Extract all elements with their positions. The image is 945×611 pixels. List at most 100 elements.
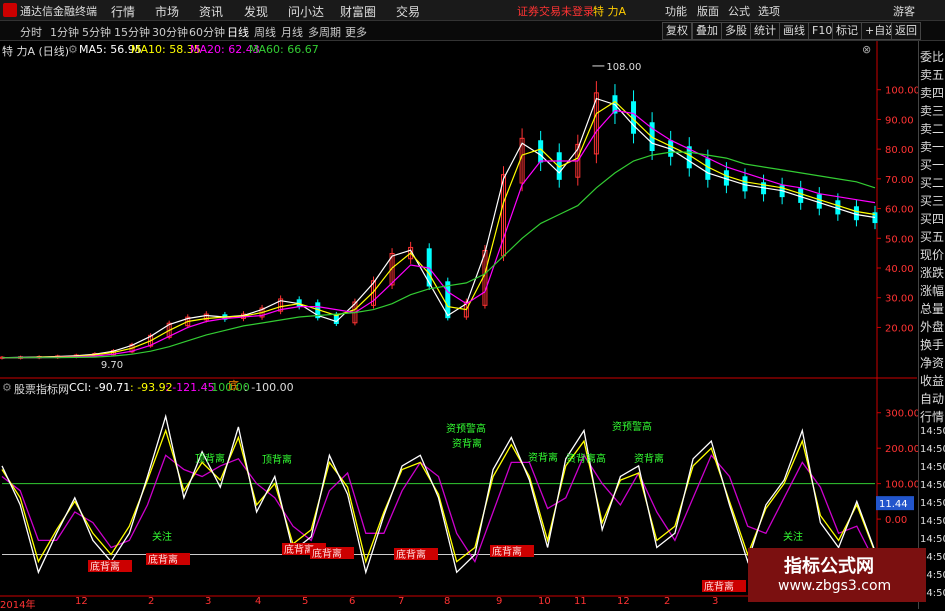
divergence-label-top: 顶背离 (195, 452, 225, 465)
sidebar-item: 14:50 (920, 498, 945, 509)
period-daily[interactable]: 日线 (227, 24, 249, 40)
menu-zixun[interactable]: 资讯 (199, 3, 223, 20)
high-price-label: 108.00 (606, 62, 641, 73)
menu-faxian[interactable]: 发现 (244, 3, 268, 20)
sidebar-item: 净资 (920, 356, 945, 370)
cci-line-cci3 (1, 453, 876, 564)
candle-body (816, 194, 822, 209)
ma-line-ma10 (2, 100, 876, 359)
sidebar-item: 总量 (920, 302, 945, 316)
period-15min[interactable]: 15分钟 (114, 24, 150, 40)
period-more[interactable]: 更多 (345, 24, 367, 40)
date-axis-label: 4 (255, 596, 262, 607)
sidebar-item: 买二 (920, 176, 945, 190)
settings-icon[interactable]: ⚙ (68, 43, 78, 56)
ma-info-bar: 特 力A (日线) ⚙ MA5: 56.95 MA10: 58.35 MA20:… (0, 41, 915, 58)
period-5min[interactable]: 5分钟 (82, 24, 111, 40)
sidebar-item[interactable]: 自动 (920, 390, 945, 407)
sidebar-item: 14:50 (920, 462, 945, 473)
period-30min[interactable]: 30分钟 (152, 24, 188, 40)
menu-gongshi[interactable]: 公式 (728, 3, 750, 19)
period-monthly[interactable]: 月线 (281, 24, 303, 40)
sidebar-item: 外盘 (920, 320, 945, 334)
divergence-label-bottom: 底背离 (312, 547, 342, 560)
sidebar-item: 14:50 (920, 444, 945, 455)
cci-current-value: 11.44 (879, 499, 908, 510)
ma60-value: MA60: 66.67 (249, 43, 319, 56)
date-axis-label: 3 (205, 596, 212, 607)
divergence-label-bottom: 底背离 (492, 545, 522, 558)
tool-diejia[interactable]: 叠加 (692, 22, 722, 40)
menu-gongneng[interactable]: 功能 (665, 3, 687, 19)
price-tick-label: 90.00 (885, 115, 914, 126)
menu-wenxiaoda[interactable]: 问小达 (288, 3, 324, 20)
period-multi[interactable]: 多周期 (308, 24, 341, 40)
price-tick-label: 60.00 (885, 205, 914, 216)
upper-line-value: : 100.00 (204, 381, 250, 394)
sidebar-item: 卖五 (920, 68, 945, 82)
period-weekly[interactable]: 周线 (254, 24, 276, 40)
divergence-label-bottom: 底背离 (148, 553, 178, 566)
date-axis-label: 7 (398, 596, 405, 607)
menu-caifuquan[interactable]: 财富圈 (340, 3, 376, 20)
period-fenshi[interactable]: 分时 (20, 24, 42, 40)
date-axis-label: 12 (617, 596, 630, 607)
settings-icon[interactable]: ⚙ (2, 381, 12, 394)
candle-body (333, 314, 339, 324)
sidebar-item: 涨幅 (920, 284, 945, 298)
guest-label[interactable]: 游客 (893, 3, 915, 19)
price-tick-label: 70.00 (885, 175, 914, 186)
sidebar-item: 委比 (920, 50, 945, 64)
sidebar-item: 卖一 (920, 140, 945, 154)
stock-chart-canvas[interactable]: 20.0030.0040.0050.0060.0070.0080.0090.00… (0, 0, 945, 609)
period-1min[interactable]: 1分钟 (50, 24, 79, 40)
tool-back[interactable]: 返回 (891, 22, 921, 40)
sidebar-item: 涨跌 (920, 266, 945, 280)
login-status[interactable]: 证券交易未登录 (517, 3, 594, 19)
menu-hangqing[interactable]: 行情 (111, 3, 135, 20)
price-tick-label: 100.00 (885, 86, 920, 97)
tool-duogu[interactable]: 多股 (721, 22, 751, 40)
date-axis-label: 11 (574, 596, 587, 607)
divergence-label-bottom: 底背离 (396, 548, 426, 561)
sidebar-item[interactable]: 行情 (920, 408, 945, 425)
candle-body (798, 188, 804, 203)
watch-label: 关注 (152, 530, 172, 543)
sidebar-item: 14:50 (920, 480, 945, 491)
menu-jiaoyi[interactable]: 交易 (396, 3, 420, 20)
menu-banmian[interactable]: 版面 (697, 3, 719, 19)
tool-biaoji[interactable]: 标记 (832, 22, 862, 40)
current-stock-name: 特 力A (593, 5, 627, 18)
title-bar: 通达信金融终端 行情 市场 资讯 发现 问小达 财富圈 交易 证券交易未登录 特… (0, 0, 945, 21)
candle-body (705, 158, 711, 180)
date-axis-label: 8 (444, 596, 451, 607)
sidebar-item: 买四 (920, 212, 945, 226)
menu-shichang[interactable]: 市场 (155, 3, 179, 20)
period-60min[interactable]: 60分钟 (189, 24, 225, 40)
low-price-label: 9.70 (101, 360, 123, 371)
close-panel-icon[interactable]: ⊗ (862, 43, 871, 56)
date-axis-label: 3 (712, 596, 719, 607)
price-tick-label: 30.00 (885, 294, 914, 305)
sidebar-item: 换手 (920, 338, 945, 352)
tool-fuquan[interactable]: 复权 (662, 22, 692, 40)
cci-tick-label: 300.00 (885, 409, 920, 420)
sidebar-item: 卖二 (920, 122, 945, 136)
divergence-label-bottom: 底背离 (90, 560, 120, 573)
divergence-label-bottom: 底背离 (284, 543, 314, 556)
sidebar-item: 14:50 (920, 426, 945, 437)
cci-tick-label: 200.00 (885, 444, 920, 455)
order-book-sidebar: 委比 卖五 卖四 卖三 卖二 卖一 买一 买二 买三 买四 买五 现价 涨跌 涨幅 总量 外盘 换手 净资 收益 自动… (918, 41, 945, 609)
date-axis-label: 2 (148, 596, 155, 607)
price-tick-label: 80.00 (885, 145, 914, 156)
menu-xuanxiang[interactable]: 选项 (758, 3, 780, 19)
tool-tongji[interactable]: 统计 (750, 22, 780, 40)
divergence-label-top: 资背离高 (566, 452, 606, 465)
watermark-title: 指标公式网 (784, 556, 874, 577)
sidebar-item: 买一 (920, 158, 945, 172)
tool-huaxian[interactable]: 画线 (779, 22, 809, 40)
watch-label: 关注 (783, 530, 803, 543)
date-axis-label: 12 (75, 596, 88, 607)
indicator-name: 股票指标网 (14, 383, 69, 396)
sidebar-item: 收益 (920, 374, 945, 388)
